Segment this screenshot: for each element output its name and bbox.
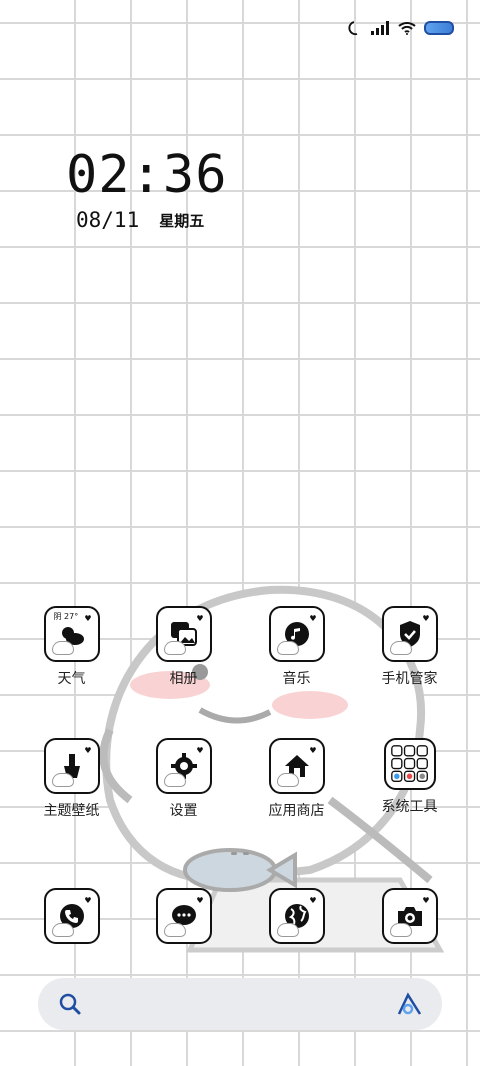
page-dot <box>231 852 237 855</box>
dock-camera[interactable]: ♥ <box>353 888 466 944</box>
clock-weekday: 星期五 <box>159 211 205 230</box>
signal-icon <box>371 21 389 35</box>
app-security[interactable]: ♥ 手机管家 <box>353 606 466 688</box>
app-themes[interactable]: ♥ 主题壁纸 <box>15 738 128 820</box>
heart-icon: ♥ <box>309 896 317 905</box>
app-store[interactable]: ♥ 应用商店 <box>240 738 353 820</box>
dock: ♥ ♥ ♥ ♥ <box>0 888 480 948</box>
shield-check-icon[interactable]: ♥ <box>381 606 438 662</box>
mascot-blob <box>276 641 299 655</box>
battery-icon <box>424 21 454 35</box>
folder-apps-icon <box>390 745 428 782</box>
chat-icon[interactable]: ♥ <box>155 888 212 944</box>
weather-icon[interactable]: ♥ 阴 27° <box>43 606 100 662</box>
heart-icon: ♥ <box>309 746 317 755</box>
app-system-tools[interactable]: 系统工具 <box>353 738 466 816</box>
moon-icon <box>348 21 358 36</box>
globe-icon[interactable]: ♥ <box>268 888 325 944</box>
app-label: 相册 <box>169 671 198 687</box>
dock-browser[interactable]: ♥ <box>240 888 353 944</box>
folder-grid-icon[interactable] <box>383 738 436 790</box>
mascot-blob <box>51 641 74 655</box>
app-label: 应用商店 <box>268 803 325 819</box>
app-settings[interactable]: ♥ 设置 <box>127 738 240 820</box>
search-icon[interactable] <box>58 992 82 1016</box>
gear-icon[interactable]: ♥ <box>155 738 212 794</box>
app-weather[interactable]: ♥ 阴 27° 天气 <box>15 606 128 688</box>
home-icon[interactable]: ♥ <box>268 738 325 794</box>
app-label: 手机管家 <box>381 671 438 687</box>
wifi-icon <box>398 22 416 35</box>
date-row: 08/11 星期五 <box>76 208 204 232</box>
heart-icon: ♥ <box>422 896 430 905</box>
clock-date: 08/11 <box>76 208 140 232</box>
heart-icon: ♥ <box>84 896 92 905</box>
mascot-blob <box>163 641 186 655</box>
heart-icon: ♥ <box>422 614 430 623</box>
status-bar <box>346 20 454 36</box>
mascot-blob <box>163 923 186 937</box>
mascot-blob <box>389 923 412 937</box>
heart-icon: ♥ <box>196 746 204 755</box>
heart-icon: ♥ <box>84 614 92 623</box>
heart-icon: ♥ <box>309 614 317 623</box>
assistant-icon[interactable] <box>396 992 424 1016</box>
mascot-blob <box>163 773 186 787</box>
mascot-blob <box>276 773 299 787</box>
app-label: 天气 <box>57 671 86 687</box>
mascot-blob <box>276 923 299 937</box>
mascot-blob <box>51 773 74 787</box>
heart-icon: ♥ <box>84 746 92 755</box>
phone-icon[interactable]: ♥ <box>43 888 100 944</box>
app-gallery[interactable]: ♥ 相册 <box>127 606 240 688</box>
mascot-blob <box>389 641 412 655</box>
app-label: 主题壁纸 <box>43 803 100 819</box>
weather-text: 阴 27° <box>53 612 79 621</box>
dock-phone[interactable]: ♥ <box>15 888 128 944</box>
camera-icon[interactable]: ♥ <box>381 888 438 944</box>
app-music[interactable]: ♥ 音乐 <box>240 606 353 688</box>
music-icon[interactable]: ♥ <box>268 606 325 662</box>
search-bar[interactable] <box>38 978 442 1030</box>
heart-icon: ♥ <box>196 614 204 623</box>
heart-icon: ♥ <box>196 896 204 905</box>
page-indicator <box>231 852 249 855</box>
app-label: 设置 <box>169 803 198 819</box>
app-label: 音乐 <box>282 671 311 687</box>
app-label: 系统工具 <box>381 799 438 815</box>
brush-icon[interactable]: ♥ <box>43 738 100 794</box>
gallery-icon[interactable]: ♥ <box>155 606 212 662</box>
clock-time: 02:36 <box>66 145 228 205</box>
dock-messages[interactable]: ♥ <box>127 888 240 944</box>
page-dot <box>243 852 249 855</box>
mascot-blob <box>51 923 74 937</box>
